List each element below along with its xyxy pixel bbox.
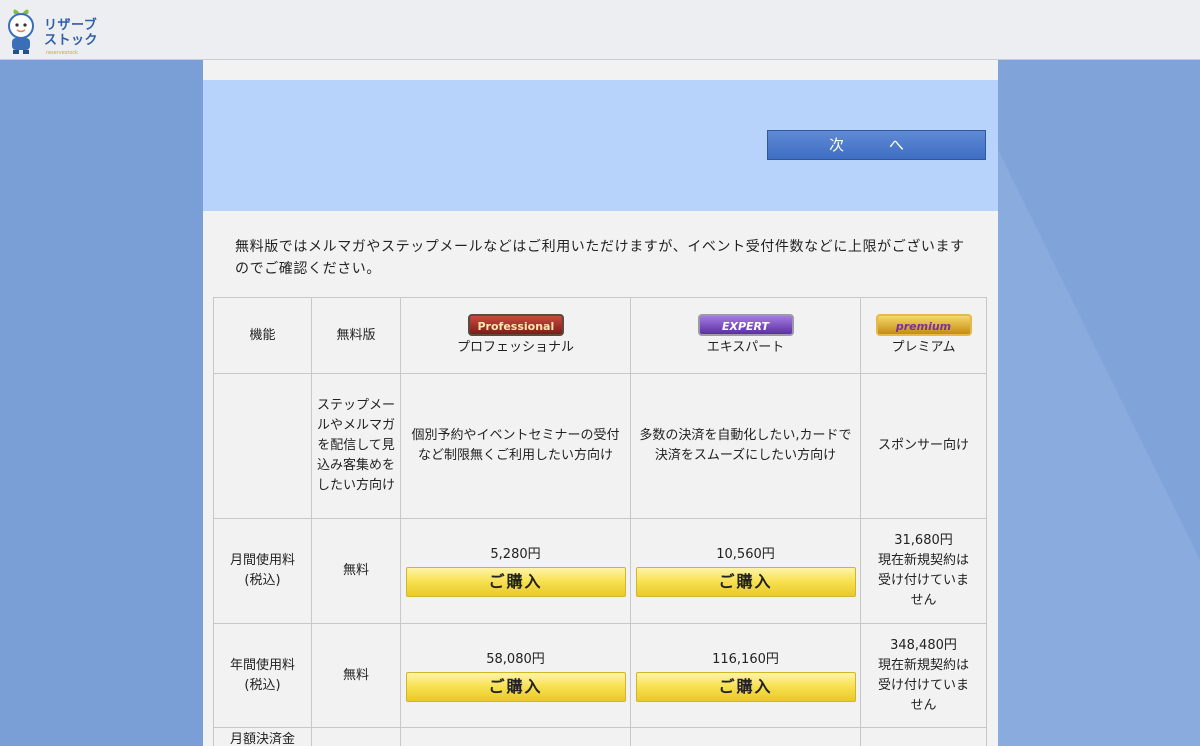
target-expert: 多数の決済を自動化したい,カードで決済をスムーズにしたい方向け xyxy=(630,373,861,519)
yearly-expert: 116,160円 ご購入 xyxy=(630,623,861,728)
header-professional-label: プロフェッショナル xyxy=(456,339,574,355)
buy-expert-monthly-button[interactable]: ご購入 xyxy=(635,567,856,597)
yearly-label: 年間使用料(税込) xyxy=(213,623,312,728)
settlement-label: 月額決済金 xyxy=(213,727,312,746)
yearly-expert-price: 116,160円 xyxy=(712,651,779,667)
buy-professional-yearly-button[interactable]: ご購入 xyxy=(405,671,626,702)
banner: 次 へ xyxy=(203,80,998,211)
target-professional: 個別予約やイベントセミナーの受付など制限無くご利用したい方向け xyxy=(400,373,631,519)
yearly-premium-note: 現在新規契約は受け付けていません xyxy=(877,657,969,713)
header-free: 無料版 xyxy=(311,297,401,374)
yearly-professional: 58,080円 ご購入 xyxy=(400,623,631,728)
table-row-monthly-settlement: 月額決済金 xyxy=(213,727,987,746)
monthly-free: 無料 xyxy=(311,518,401,624)
table-row-monthly: 月間使用料(税込) 無料 5,280円 ご購入 10,560円 ご購入 31,6… xyxy=(213,518,987,624)
header-premium-label: プレミアム xyxy=(891,339,956,355)
monthly-professional: 5,280円 ご購入 xyxy=(400,518,631,624)
settlement-professional xyxy=(400,727,631,746)
header-feature: 機能 xyxy=(213,297,312,374)
header-professional: Professional プロフェッショナル xyxy=(400,297,631,374)
monthly-professional-price: 5,280円 xyxy=(490,547,541,562)
table-row-target: ステップメールやメルマガを配信して見込み客集めをしたい方向け 個別予約やイベント… xyxy=(213,373,987,519)
table-row-yearly: 年間使用料(税込) 無料 58,080円 ご購入 116,160円 ご購入 34… xyxy=(213,623,987,728)
target-free: ステップメールやメルマガを配信して見込み客集めをしたい方向け xyxy=(311,373,401,519)
monthly-premium-price: 31,680円 xyxy=(894,533,953,548)
settlement-expert xyxy=(630,727,861,746)
header-expert-label: エキスパート xyxy=(706,339,785,355)
target-label xyxy=(213,373,312,519)
yearly-premium: 348,480円 現在新規契約は受け付けていません xyxy=(860,623,987,728)
monthly-label: 月間使用料(税込) xyxy=(213,518,312,624)
table-header-row: 機能 無料版 Professional プロフェッショナル EXPERT エキス… xyxy=(213,297,987,374)
settlement-premium xyxy=(860,727,987,746)
yearly-free: 無料 xyxy=(311,623,401,728)
target-premium: スポンサー向け xyxy=(860,373,987,519)
intro-text: 無料版ではメルマガやステップメールなどはご利用いただけますが、イベント受付件数な… xyxy=(235,239,965,277)
premium-badge-icon: premium xyxy=(875,313,972,336)
next-button[interactable]: 次 へ xyxy=(767,130,986,160)
yearly-professional-price: 58,080円 xyxy=(486,651,545,667)
header-expert: EXPERT エキスパート xyxy=(630,297,861,374)
monthly-expert-price: 10,560円 xyxy=(716,547,775,562)
header-premium: premium プレミアム xyxy=(860,297,987,374)
monthly-premium: 31,680円 現在新規契約は受け付けていません xyxy=(860,518,987,624)
buy-expert-yearly-button[interactable]: ご購入 xyxy=(635,671,856,702)
yearly-premium-price: 348,480円 xyxy=(890,637,957,653)
main-panel: 次 へ 無料版ではメルマガやステップメールなどはご利用いただけますが、イベント受… xyxy=(203,60,998,746)
buy-professional-monthly-button[interactable]: ご購入 xyxy=(405,567,626,597)
professional-badge-icon: Professional xyxy=(467,313,564,336)
plan-comparison-table: 機能 無料版 Professional プロフェッショナル EXPERT エキス… xyxy=(213,297,987,746)
settlement-free xyxy=(311,727,401,746)
monthly-expert: 10,560円 ご購入 xyxy=(630,518,861,624)
monthly-premium-note: 現在新規契約は受け付けていません xyxy=(877,553,969,608)
expert-badge-icon: EXPERT xyxy=(697,313,794,336)
